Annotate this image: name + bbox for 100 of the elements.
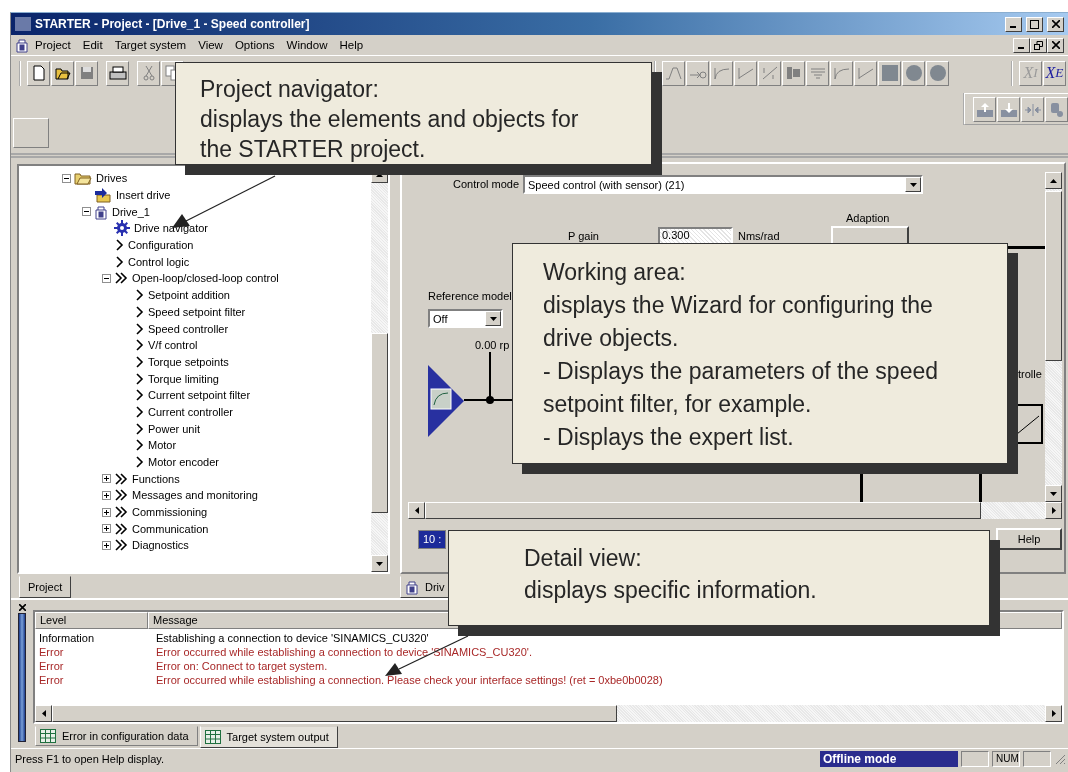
up-arrow-icon	[376, 172, 383, 177]
chevron-icon	[134, 355, 144, 368]
toolbar-button[interactable]	[106, 60, 129, 86]
callout-text: Project navigator:	[200, 74, 380, 104]
close-icon	[1051, 20, 1060, 28]
menu-item[interactable]: Help	[333, 39, 370, 51]
printer-icon	[108, 65, 127, 81]
reference-model-dropdown[interactable]: Off	[428, 309, 503, 328]
tree-item[interactable]: Diagnostics	[132, 539, 189, 552]
tree-item[interactable]: Speed controller	[148, 322, 229, 335]
unit-label: Nms/rad	[738, 230, 780, 242]
chevron-icon	[134, 372, 144, 385]
callout-text: displays the Wizard for configuring the	[543, 290, 934, 320]
blank-page-icon	[30, 65, 47, 81]
tab[interactable]: Error in configuration data	[35, 726, 198, 746]
expand-toggle[interactable]	[102, 490, 111, 500]
maximize-button[interactable]	[1026, 16, 1043, 32]
scroll-thumb[interactable]	[371, 333, 388, 513]
upload-tray-icon	[975, 101, 994, 118]
table-icon	[204, 730, 221, 744]
tree-item[interactable]: Motor	[148, 439, 177, 452]
status-text: Press F1 to open Help display.	[15, 752, 165, 765]
window-title: STARTER - Project - [Drive_1 - Speed controller]	[35, 17, 311, 31]
help-button[interactable]: Help	[996, 528, 1062, 550]
dock-grip[interactable]	[18, 613, 26, 742]
scroll-thumb[interactable]	[52, 705, 617, 722]
scroll-left-button[interactable]	[35, 705, 52, 722]
tree-item[interactable]: Setpoint addition	[148, 289, 230, 302]
callout-text: drive objects.	[543, 323, 680, 353]
tree-item[interactable]: Current setpoint filter	[148, 389, 251, 402]
restore-button[interactable]	[1030, 37, 1047, 53]
menu-item[interactable]: Options	[228, 39, 281, 51]
scissors-icon	[142, 65, 155, 81]
callout-text: - Displays the expert list.	[543, 422, 795, 452]
chevron-icon	[134, 422, 144, 435]
minimize-button[interactable]	[1013, 37, 1030, 53]
tree-item[interactable]: Control logic	[128, 255, 190, 268]
scroll-down-button[interactable]	[371, 555, 388, 572]
drive-unit-icon	[15, 37, 29, 53]
expand-toggle[interactable]	[102, 507, 111, 517]
tree-item[interactable]: Communication	[132, 522, 209, 535]
tree-item[interactable]: Torque setpoints	[148, 355, 229, 368]
lines-icon	[808, 66, 827, 80]
menu-item[interactable]: View	[192, 39, 229, 51]
menu-item[interactable]: Window	[280, 39, 334, 51]
tree-item[interactable]: V/f control	[148, 339, 198, 352]
chevron-icon	[134, 456, 144, 469]
menu-item[interactable]: Project	[29, 39, 77, 51]
down-arrow-icon	[489, 316, 497, 321]
chevron-icon	[134, 289, 144, 302]
tree-item[interactable]: Insert drive	[116, 189, 171, 202]
scroll-down-button[interactable]	[1045, 485, 1062, 502]
menu-item[interactable]: Edit	[76, 39, 109, 51]
control-mode-dropdown[interactable]: Speed control (with sensor) (21)	[523, 175, 923, 194]
tree-item[interactable]: Drives	[96, 172, 128, 185]
tree-item[interactable]: Motor encoder	[148, 456, 219, 469]
message-cell-text: Error occurred while establishing a connection. Please check your interface settings! (ret = 0xbe0b0028)	[155, 674, 663, 686]
close-button[interactable]	[1047, 16, 1064, 32]
restore-icon	[1034, 40, 1043, 50]
scroll-thumb[interactable]	[1045, 191, 1062, 361]
tree-item[interactable]: Commissioning	[132, 506, 208, 519]
level-cell-text: Information	[38, 632, 96, 644]
column-header[interactable]: Level	[35, 612, 148, 629]
tree-item[interactable]: Configuration	[128, 239, 194, 252]
menu-item[interactable]: Target system	[108, 39, 193, 51]
scroll-up-button[interactable]	[1045, 172, 1062, 189]
close-button[interactable]	[1047, 37, 1064, 53]
speed-reading: 0.00 rp	[475, 339, 510, 351]
tree-item[interactable]: Speed setpoint filter	[148, 305, 246, 318]
circle-icon	[904, 64, 923, 82]
double-chevron-icon	[114, 522, 128, 535]
right-arrow-icon	[1051, 507, 1056, 514]
minimize-button[interactable]	[1005, 16, 1022, 32]
vertical-scrollbar[interactable]	[1045, 172, 1062, 502]
tree-item[interactable]: Drive_1	[112, 205, 150, 218]
tree-item[interactable]: Power unit	[148, 422, 200, 435]
scroll-left-button[interactable]	[408, 502, 425, 519]
toolbar-button[interactable]	[51, 60, 74, 86]
collapse-toggle[interactable]	[62, 173, 71, 183]
tab[interactable]: Target system output	[199, 726, 338, 748]
tree-item[interactable]: Torque limiting	[148, 372, 219, 385]
callout-text: Working area:	[543, 257, 687, 287]
expand-toggle[interactable]	[102, 540, 111, 550]
tree-item[interactable]: Functions	[132, 472, 180, 485]
message-cell-text: Error occurred while establishing a connection to device 'SINAMICS_CU320'.	[155, 646, 532, 658]
scroll-right-button[interactable]	[1045, 502, 1062, 519]
tree-item[interactable]: Open-loop/closed-loop control	[132, 272, 279, 285]
status-pane	[1023, 750, 1051, 767]
collapse-toggle[interactable]	[82, 207, 91, 217]
expand-toggle[interactable]	[102, 524, 111, 534]
expand-toggle[interactable]	[102, 474, 111, 484]
tree-item[interactable]: Current controller	[148, 405, 233, 418]
tab[interactable]: Project	[19, 576, 72, 598]
horizontal-scrollbar[interactable]	[35, 705, 1062, 722]
scroll-right-button[interactable]	[1045, 705, 1062, 722]
tree-item[interactable]: Messages and monitoring	[132, 489, 258, 502]
ramp-icon	[736, 66, 755, 80]
app-logo-icon	[15, 17, 31, 31]
callout-text: setpoint filter, for example.	[543, 389, 813, 419]
collapse-toggle[interactable]	[102, 273, 111, 283]
